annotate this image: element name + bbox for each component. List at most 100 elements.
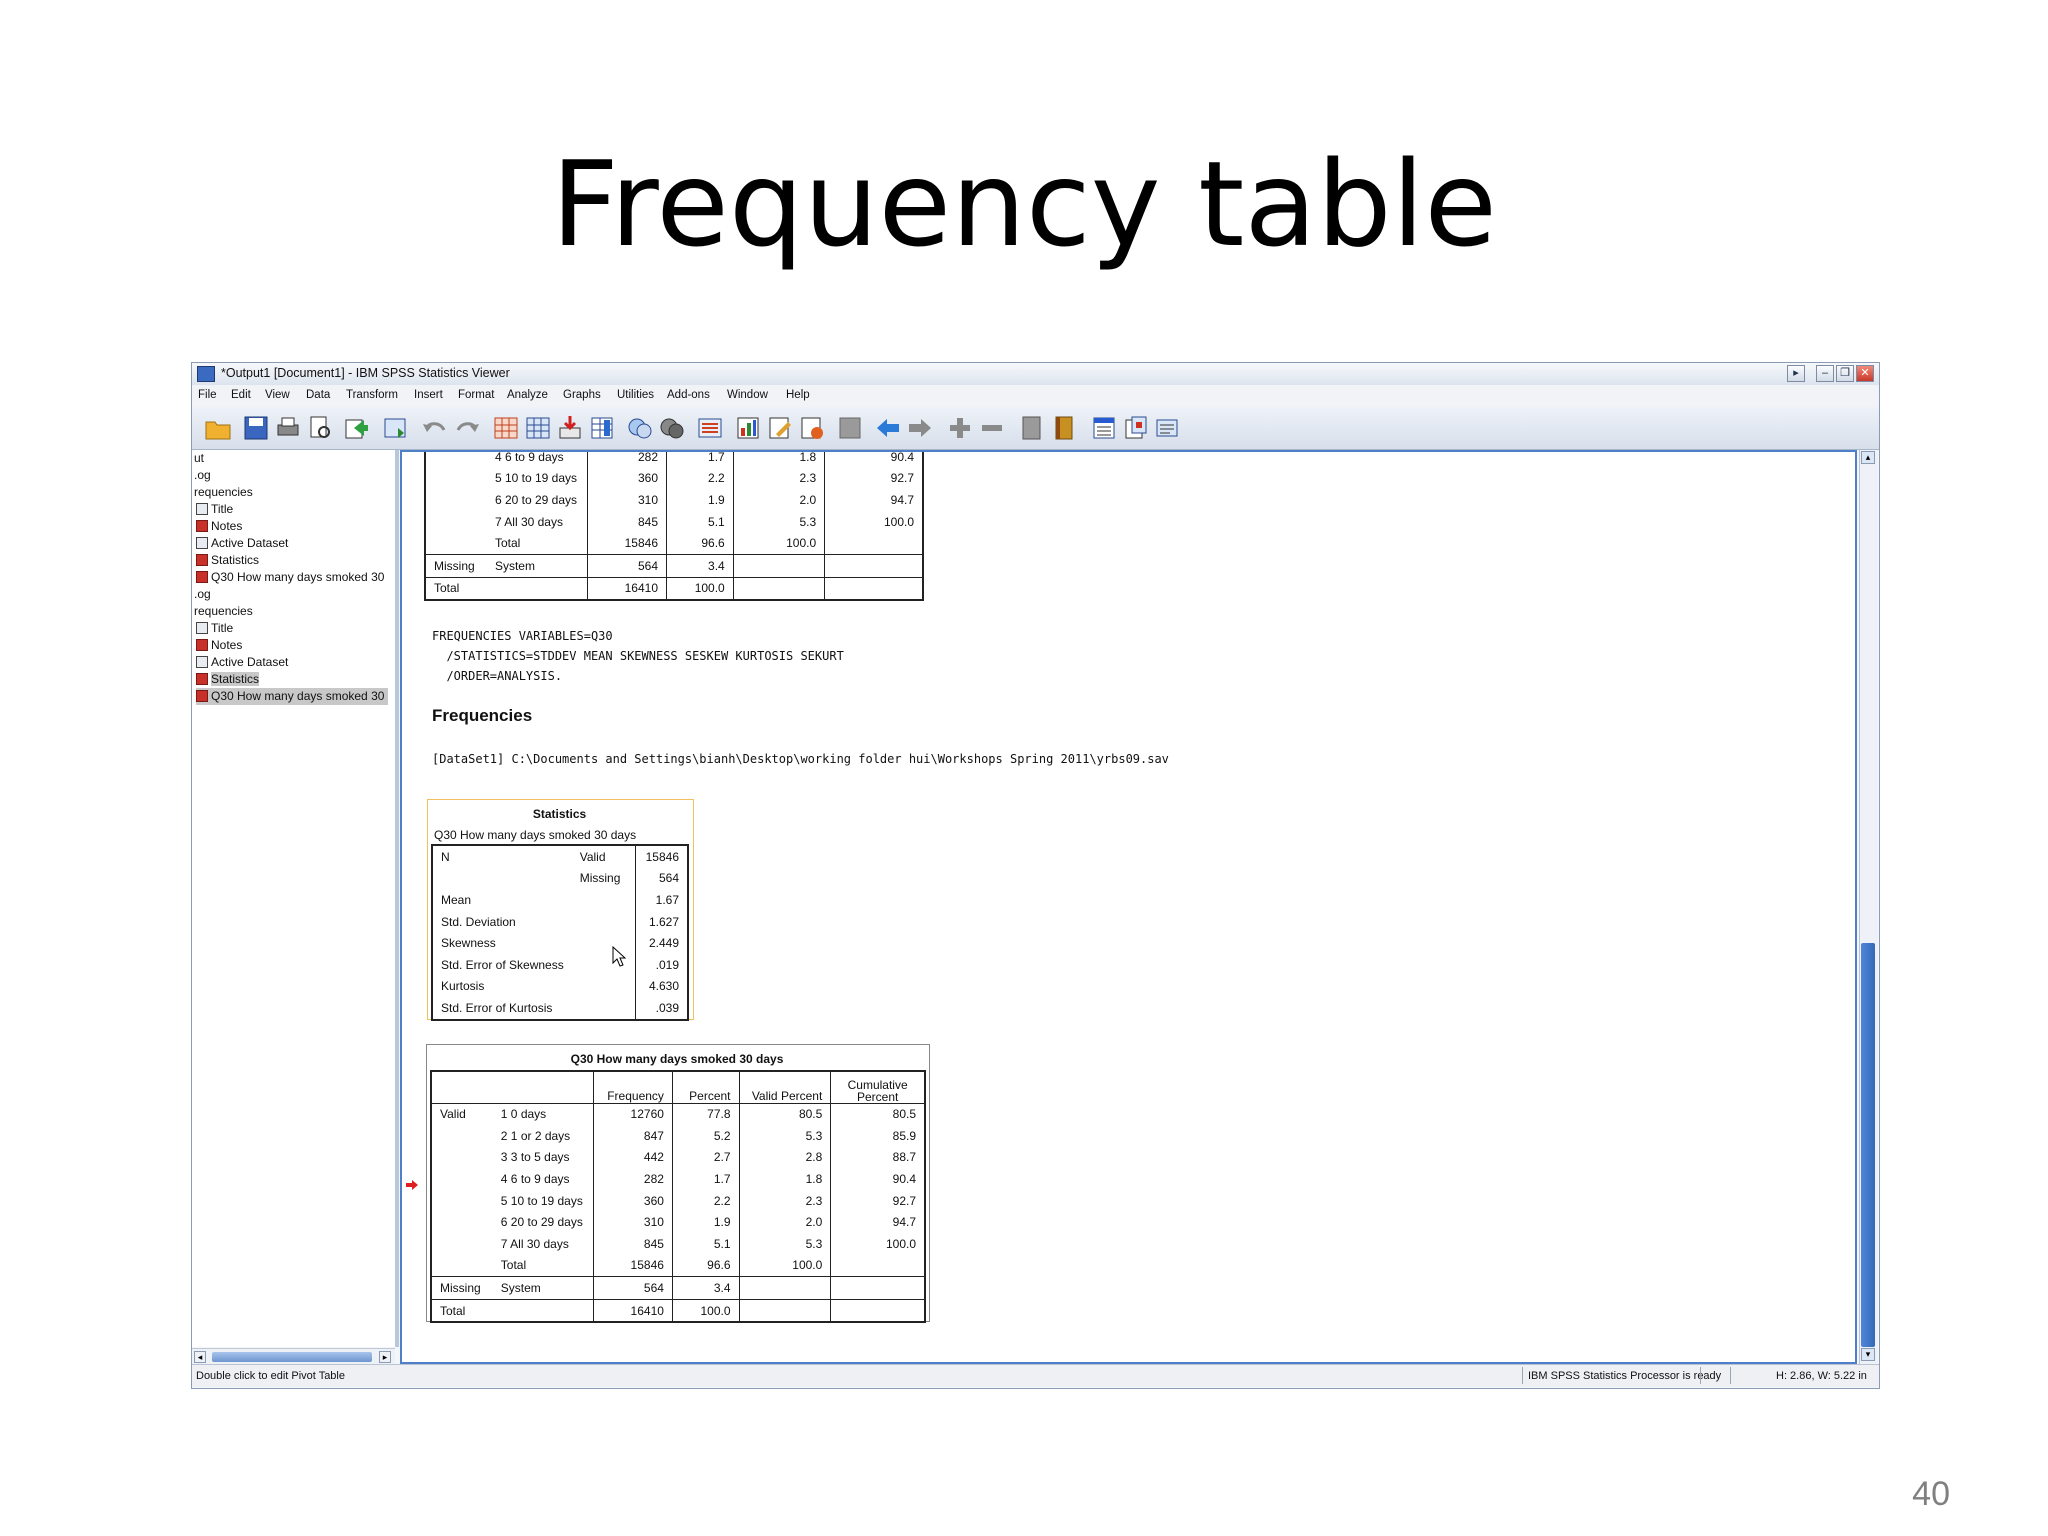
- percent-cell: 2.2: [666, 467, 734, 490]
- row-category: 5 10 to 19 days: [492, 1189, 595, 1212]
- variables-icon[interactable]: [588, 414, 616, 442]
- outline-item-log[interactable]: .og: [194, 467, 211, 484]
- menu-analyze[interactable]: Analyze: [507, 389, 548, 401]
- table-row: Missing System 564 3.4: [425, 553, 923, 578]
- outline-item-q30-table[interactable]: Q30 How many days smoked 30: [196, 688, 388, 705]
- outline-item-active-dataset[interactable]: Active Dataset: [196, 535, 288, 552]
- cumulative-percent-cell: 94.7: [890, 492, 914, 507]
- stat-row: Std. Deviation 1.627: [432, 910, 688, 933]
- cumulative-percent-cell: 90.4: [890, 450, 914, 464]
- expand-plus-icon[interactable]: [946, 414, 974, 442]
- menu-data[interactable]: Data: [306, 389, 330, 401]
- scroll-thumb[interactable]: [212, 1352, 372, 1362]
- print-icon[interactable]: [274, 414, 302, 442]
- stat-row: N Valid 15846: [432, 845, 688, 868]
- valid-percent-cell: [739, 1276, 832, 1300]
- stat-label: N: [441, 849, 450, 864]
- menu-edit[interactable]: Edit: [231, 389, 251, 401]
- outline-pane: ut .og requencies Title Notes Active Dat…: [192, 450, 399, 1347]
- menu-utilities[interactable]: Utilities: [617, 389, 654, 401]
- stop-icon[interactable]: [836, 414, 864, 442]
- designate-window-icon[interactable]: [696, 414, 724, 442]
- scroll-up-icon[interactable]: ▴: [1861, 451, 1875, 464]
- frequency-cell: 15846: [593, 1254, 673, 1277]
- stat-label: [432, 868, 572, 890]
- outline-label: Title: [211, 621, 234, 635]
- scroll-down-icon[interactable]: ▾: [1861, 1348, 1875, 1361]
- insert-text-icon[interactable]: [1154, 414, 1182, 442]
- row-group-label: [431, 1190, 493, 1212]
- outline-item-q30-table[interactable]: Q30 How many days smoked 30: [196, 569, 384, 586]
- annotation-arrows: [400, 962, 412, 1342]
- content-scroll-thumb[interactable]: [1861, 943, 1875, 1347]
- menu-graphs[interactable]: Graphs: [563, 389, 601, 401]
- minimize-button[interactable]: –: [1816, 365, 1834, 382]
- row-group-label: [431, 1211, 493, 1233]
- outline-item-notes[interactable]: Notes: [196, 518, 242, 535]
- syntax-line: FREQUENCIES VARIABLES=Q30: [432, 629, 613, 643]
- stat-label: Kurtosis: [441, 979, 485, 994]
- menu-format[interactable]: Format: [458, 389, 494, 401]
- scroll-left-icon[interactable]: ◂: [194, 1351, 206, 1363]
- current-item-arrow-icon: [406, 1180, 418, 1190]
- collapse-minus-icon[interactable]: [978, 414, 1006, 442]
- scroll-right-icon[interactable]: ▸: [379, 1351, 391, 1363]
- stat-row: Skewness 2.449: [432, 932, 688, 954]
- edit-output-icon[interactable]: [766, 414, 794, 442]
- frequency-table[interactable]: Frequency Percent Valid Percent Cumulati…: [430, 1070, 926, 1324]
- hide-icon[interactable]: [658, 414, 686, 442]
- expand-icon[interactable]: ▸: [1787, 365, 1805, 382]
- top-frequency-table[interactable]: 4 6 to 9 days 282 1.7 1.8 90.4 5 10 to 19 day…: [424, 450, 924, 602]
- menu-help[interactable]: Help: [786, 389, 810, 401]
- outline-item-output[interactable]: ut: [194, 450, 204, 467]
- frequency-cell: 310: [593, 1211, 673, 1234]
- restore-button[interactable]: ❐: [1836, 365, 1854, 382]
- outline-item-frequencies[interactable]: requencies: [194, 484, 253, 501]
- menu-file[interactable]: File: [198, 389, 217, 401]
- arrow-left-icon[interactable]: [874, 414, 902, 442]
- insert-title-icon[interactable]: [1122, 414, 1150, 442]
- outline-item-active-dataset[interactable]: Active Dataset: [196, 654, 288, 671]
- undo-icon[interactable]: [420, 414, 448, 442]
- valid-percent-cell: 2.0: [733, 489, 826, 511]
- menu-addons[interactable]: Add-ons: [667, 389, 710, 401]
- insert-heading-icon[interactable]: [1090, 414, 1118, 442]
- menu-window[interactable]: Window: [727, 389, 768, 401]
- cumulative-percent-cell: 100.0: [885, 1236, 916, 1251]
- goto-case-icon[interactable]: [524, 414, 552, 442]
- book-icon[interactable]: [1050, 414, 1078, 442]
- outline-item-statistics[interactable]: Statistics: [196, 671, 260, 688]
- outline-item-frequencies[interactable]: requencies: [194, 603, 253, 620]
- header-line: Percent: [856, 1089, 899, 1104]
- outline-item-title[interactable]: Title: [196, 620, 233, 637]
- cumulative-percent-cell: [825, 532, 923, 554]
- document-gray-icon[interactable]: [1018, 414, 1046, 442]
- chart-builder-icon[interactable]: [734, 414, 762, 442]
- open-folder-icon[interactable]: [204, 414, 232, 442]
- close-button[interactable]: ✕: [1856, 365, 1874, 382]
- goto-variable-icon[interactable]: [556, 414, 584, 442]
- outline-item-statistics[interactable]: Statistics: [196, 552, 259, 569]
- menu-view[interactable]: View: [265, 389, 290, 401]
- export-icon[interactable]: [342, 414, 370, 442]
- percent-cell: 3.4: [672, 1276, 740, 1300]
- outline-item-notes[interactable]: Notes: [196, 637, 242, 654]
- stat-label: Mean: [441, 892, 472, 907]
- show-all-icon[interactable]: [626, 414, 654, 442]
- redo-icon[interactable]: [454, 414, 482, 442]
- outline-item-log[interactable]: .og: [194, 586, 211, 603]
- script-icon[interactable]: [798, 414, 826, 442]
- outline-item-title[interactable]: Title: [196, 501, 233, 518]
- table-row: 2 1 or 2 days 847 5.2 5.3 85.9: [431, 1125, 925, 1147]
- outline-horizontal-scrollbar[interactable]: ◂ ▸: [192, 1348, 395, 1365]
- menu-transform[interactable]: Transform: [346, 389, 398, 401]
- table-row: 4 6 to 9 days 282 1.7 1.8 90.4: [425, 450, 923, 468]
- print-preview-icon[interactable]: [306, 414, 334, 442]
- menu-insert[interactable]: Insert: [414, 389, 443, 401]
- goto-data-icon[interactable]: [492, 414, 520, 442]
- arrow-right-icon[interactable]: [906, 414, 934, 442]
- stat-sublabel: [571, 889, 636, 911]
- recall-dialog-icon[interactable]: [382, 414, 410, 442]
- save-icon[interactable]: [242, 414, 270, 442]
- statistics-table[interactable]: N Valid 15846 Missing 564 Mean 1.67 Std. Deviat…: [431, 844, 689, 1021]
